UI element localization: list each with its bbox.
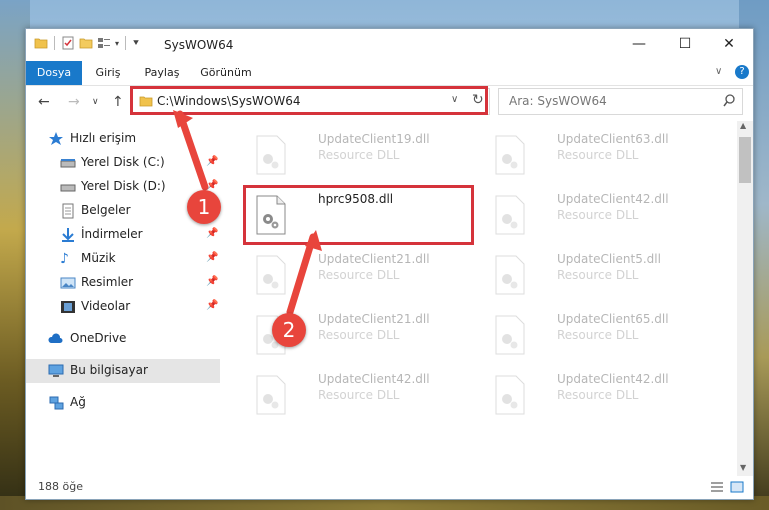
step-badge-2: 2 bbox=[272, 313, 306, 347]
arrow-to-file bbox=[286, 233, 317, 316]
step-badge-1: 1 bbox=[187, 190, 221, 224]
annotation-arrows bbox=[173, 110, 322, 316]
arrow-to-address-bar bbox=[176, 110, 209, 191]
